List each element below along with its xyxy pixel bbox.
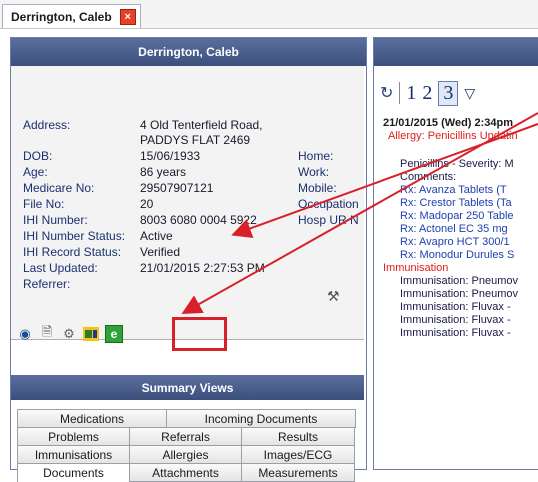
file-label: File No: [23,197,65,211]
ehealth-highlight-box [172,317,227,351]
allergy-line: Allergy: Penicillins Updatin [388,130,518,142]
tab-allergies[interactable]: Allergies [129,445,242,464]
ihi-number-value: 8003 6080 0004 5922 [140,213,257,227]
immunisation-line: Immunisation: Fluvax - [400,327,511,339]
rx-line: Rx: Avapro HCT 300/1 [400,236,510,248]
rx-line: Rx: Crestor Tablets (Ta [400,197,512,209]
home-label: Home: [298,149,334,163]
refresh-icon[interactable]: ↻ [380,83,393,103]
tab-referrals[interactable]: Referrals [129,427,242,446]
summary-views-title: Summary Views [11,375,364,400]
toolbar-divider [399,82,401,104]
patient-tab-bar: Derrington, Caleb × [0,0,538,29]
last-updated-value: 21/01/2015 2:27:53 PM [140,261,265,275]
age-value: 86 years [140,165,187,179]
ihi-status-label: IHI Number Status: [23,229,126,243]
address-line2: PADDYS FLAT 2469 [140,133,251,147]
occupation-label: Occupation [298,197,359,211]
work-label: Work: [298,165,330,179]
page-2-button[interactable]: 2 [422,82,432,105]
rx-line: Rx: Avanza Tablets (T [400,184,507,196]
close-icon[interactable]: × [119,8,136,25]
immunisation-line: Immunisation: Fluvax - [400,301,511,313]
medicare-label: Medicare No: [23,181,95,195]
address-label: Address: [23,118,71,132]
dob-label: DOB: [23,149,53,163]
rx-line: Rx: Madopar 250 Table [400,210,514,222]
tab-images-ecg[interactable]: Images/ECG [241,445,355,464]
demographics-section: Address: 4 Old Tenterfield Road, PADDYS … [11,66,364,340]
address-line1: 4 Old Tenterfield Road, [140,118,263,132]
filter-icon[interactable]: ▽ [464,85,475,102]
ihi-record-label: IHI Record Status: [23,245,122,259]
tab-results[interactable]: Results [241,427,355,446]
tab-immunisations[interactable]: Immunisations [17,445,130,464]
eye-icon[interactable]: ◉ [17,326,33,342]
penicillins-line: Penicillins - Severity: M [400,158,514,170]
referrer-label: Referrer: [23,277,71,291]
rx-line: Rx: Actonel EC 35 mg [400,223,508,235]
ihi-number-label: IHI Number: [23,213,88,227]
clinical-notes-panel: ↻ 1 2 3 ▽ 21/01/2015 (Wed) 2:34pm Allerg… [373,37,538,470]
panel-title: Derrington, Caleb [11,38,366,66]
e-icon[interactable]: e [105,325,123,343]
immunisation-line: Immunisation: Fluvax - [400,314,511,326]
notes-toolbar: ↻ 1 2 3 ▽ [374,78,538,108]
patient-tab[interactable]: Derrington, Caleb × [2,4,141,28]
ihi-status-value: Active [140,229,173,243]
rx-line: Rx: Monodur Durules S [400,249,515,261]
tab-incoming-documents[interactable]: Incoming Documents [166,409,356,428]
document-icon[interactable]: 🗎 [39,324,55,342]
file-value: 20 [140,197,154,211]
hosp-ur-label: Hosp UR N [298,213,359,227]
last-updated-label: Last Updated: [23,261,98,275]
age-label: Age: [23,165,48,179]
immunisation-heading: Immunisation [383,262,449,274]
mobile-label: Mobile: [298,181,337,195]
dob-value: 15/06/1933 [140,149,201,163]
ihi-record-value: Verified [140,245,181,259]
medicare-value: 29507907121 [140,181,214,195]
page-3-button[interactable]: 3 [438,80,459,106]
tools-icon[interactable]: ⚙ [61,326,77,342]
notes-panel-header [374,38,538,66]
card-icon[interactable] [83,326,99,342]
page-1-button[interactable]: 1 [406,82,416,105]
tab-medications[interactable]: Medications [17,409,167,428]
note-date: 21/01/2015 (Wed) 2:34pm [383,117,514,129]
tab-problems[interactable]: Problems [17,427,130,446]
immunisation-line: Immunisation: Pneumov [400,275,518,287]
immunisation-line: Immunisation: Pneumov [400,288,518,300]
patient-summary-panel: Derrington, Caleb Address: 4 Old Tenterf… [10,37,367,482]
comments-line: Comments: [400,171,457,183]
tools-icon[interactable]: ⚒ [327,288,340,305]
patient-tab-label: Derrington, Caleb [11,9,112,24]
